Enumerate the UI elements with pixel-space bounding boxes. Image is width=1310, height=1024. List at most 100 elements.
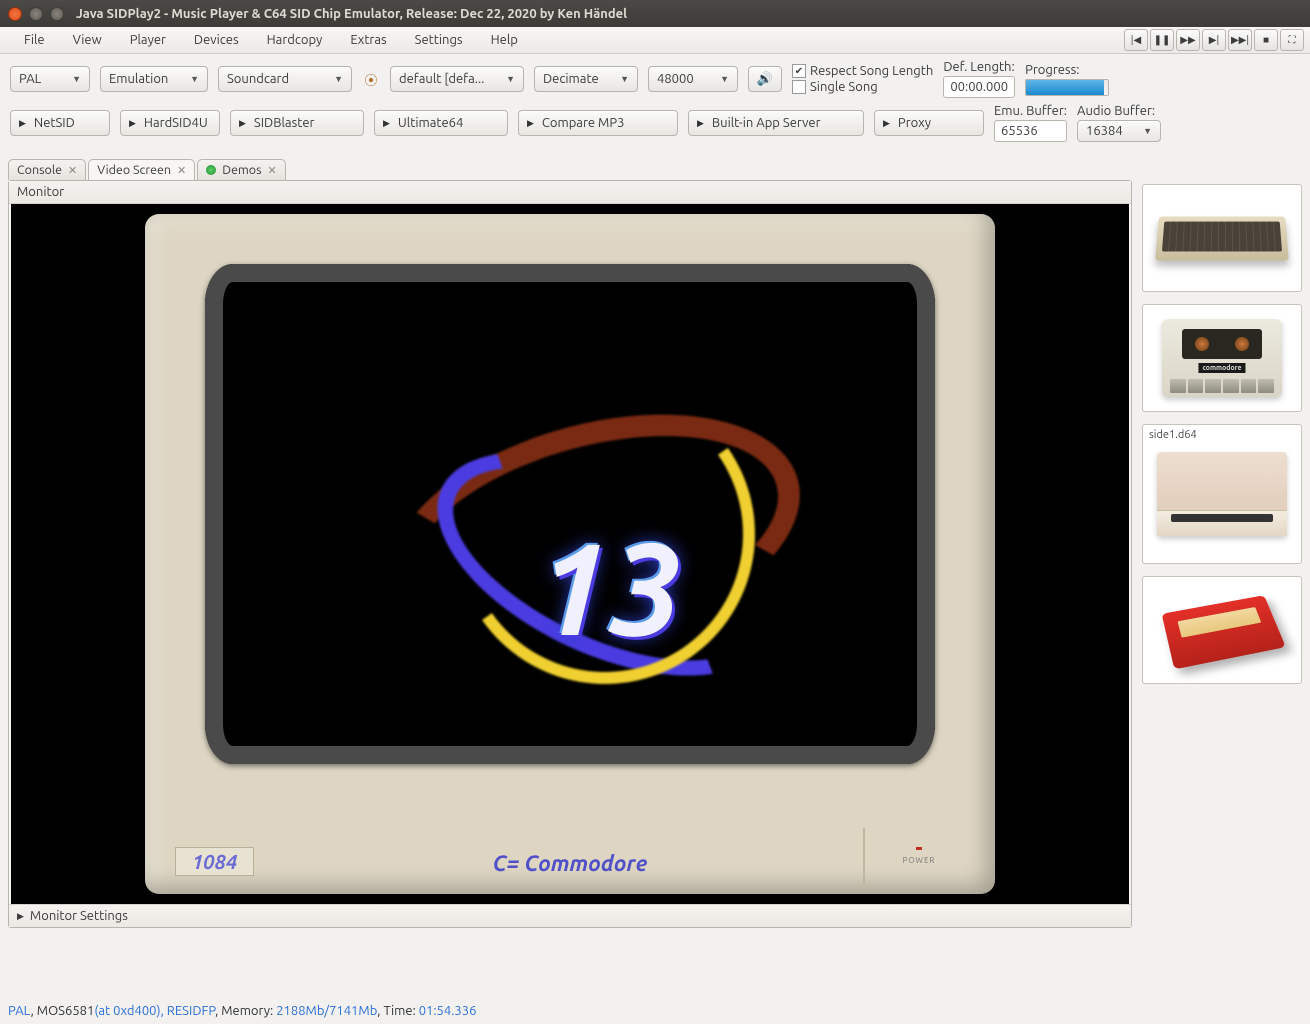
audio-device-combo[interactable]: default [defa... ▼ — [390, 66, 524, 92]
ultimate64-label: Ultimate64 — [398, 116, 463, 130]
record-icon[interactable]: ⦿ — [362, 70, 380, 89]
window-minimize-icon[interactable] — [29, 7, 43, 21]
proxy-label: Proxy — [898, 116, 931, 130]
chevron-down-icon: ▼ — [506, 74, 515, 84]
speaker-icon: 🔊 — [757, 72, 773, 87]
demo-number: 13 — [535, 514, 682, 660]
window-close-icon[interactable] — [8, 7, 22, 21]
speaker-button[interactable]: 🔊 — [748, 66, 782, 92]
menu-devices[interactable]: Devices — [180, 29, 253, 51]
play-icon: ▶ — [383, 118, 390, 129]
progress-group: Progress: — [1025, 63, 1109, 96]
tab-label: Video Screen — [97, 163, 171, 177]
hardsid4u-button[interactable]: ▶HardSID4U — [120, 110, 220, 136]
stop-button[interactable]: ■ — [1254, 29, 1278, 51]
status-memory-label: , Memory: — [215, 1004, 276, 1018]
monitor-header: Monitor — [9, 181, 1131, 204]
def-length-field[interactable]: 00:00.000 — [943, 76, 1015, 98]
titlebar: Java SIDPlay2 - Music Player & C64 SID C… — [0, 0, 1310, 27]
monitor-settings-toggle[interactable]: ▶ Monitor Settings — [9, 904, 1131, 927]
toolbar: PAL▼ Emulation▼ Soundcard▼ ⦿ default [de… — [0, 54, 1310, 144]
emu-buffer-label: Emu. Buffer: — [994, 104, 1067, 118]
progress-label: Progress: — [1025, 63, 1109, 77]
netsid-label: NetSID — [34, 116, 75, 130]
ultimate64-button[interactable]: ▶ Ultimate64 — [374, 110, 508, 136]
menu-file[interactable]: File — [10, 29, 59, 51]
appserver-button[interactable]: ▶Built-in App Server — [688, 110, 864, 136]
single-song-checkbox[interactable]: Single Song — [792, 80, 933, 94]
fullscreen-button[interactable]: ⛶ — [1280, 29, 1304, 51]
emu-buffer-field[interactable]: 65536 — [994, 120, 1067, 142]
samplerate-value: 48000 — [657, 72, 694, 86]
menu-settings[interactable]: Settings — [401, 29, 477, 51]
tab-console[interactable]: Console ✕ — [8, 159, 86, 180]
skip-end-button[interactable]: ▶| — [1202, 29, 1226, 51]
respect-song-length-checkbox[interactable]: ✔Respect Song Length — [792, 64, 933, 78]
close-icon[interactable]: ✕ — [177, 164, 186, 177]
chevron-right-icon: ▶ — [17, 911, 24, 922]
play-icon: ▶ — [239, 118, 246, 129]
audio-buffer-label: Audio Buffer: — [1077, 104, 1161, 118]
proxy-button[interactable]: ▶Proxy — [874, 110, 984, 136]
menubar: File View Player Devices Hardcopy Extras… — [0, 27, 1310, 54]
main-content: Monitor 13 1084 C= Commodore POWER — [8, 180, 1302, 928]
video-mode-combo[interactable]: PAL ▼ — [10, 66, 90, 92]
crt-screen: 13 — [205, 264, 935, 764]
audio-buffer-combo[interactable]: 16384▼ — [1077, 120, 1161, 142]
video-mode-value: PAL — [19, 72, 41, 86]
device-floppy[interactable]: side1.d64 — [1142, 424, 1302, 564]
samplerate-combo[interactable]: 48000▼ — [648, 66, 738, 92]
menu-player[interactable]: Player — [116, 29, 180, 51]
audio-buffer-value: 16384 — [1086, 124, 1123, 138]
fast-forward-button[interactable]: ▶▶ — [1176, 29, 1200, 51]
demo-graphic: 13 — [245, 304, 895, 724]
output-value: Soundcard — [227, 72, 289, 86]
menu-extras[interactable]: Extras — [336, 29, 400, 51]
tabstrip: Console ✕ Video Screen ✕ Demos✕ — [8, 154, 1302, 180]
crt-brand-label: C= Commodore — [493, 851, 648, 876]
def-length-group: Def. Length: 00:00.000 — [943, 60, 1015, 98]
tab-label: Console — [17, 163, 62, 177]
menu-view[interactable]: View — [59, 29, 116, 51]
chevron-down-icon: ▼ — [72, 74, 81, 84]
sidblaster-button[interactable]: ▶SIDBlaster — [230, 110, 364, 136]
status-chip-addr: (at 0xd400) — [94, 1004, 160, 1018]
menu-help[interactable]: Help — [477, 29, 532, 51]
close-icon[interactable]: ✕ — [268, 164, 277, 177]
window-maximize-icon[interactable] — [50, 7, 64, 21]
progress-bar — [1025, 79, 1109, 96]
hardsid4u-label: HardSID4U — [144, 116, 208, 130]
netsid-button[interactable]: ▶NetSID — [10, 110, 110, 136]
resample-combo[interactable]: Decimate▼ — [534, 66, 638, 92]
tab-demos[interactable]: Demos✕ — [197, 159, 285, 180]
window-controls — [8, 7, 64, 21]
device-keyboard[interactable] — [1142, 184, 1302, 292]
close-icon[interactable]: ✕ — [68, 164, 77, 177]
statusbar: PAL, MOS6581(at 0xd400), RESIDFP, Memory… — [8, 1004, 1302, 1018]
checkbox-icon — [792, 80, 806, 94]
tab-video-screen[interactable]: Video Screen ✕ — [88, 159, 195, 180]
status-memory: 2188Mb/7141Mb — [276, 1004, 377, 1018]
pause-button[interactable]: ❚❚ — [1150, 29, 1174, 51]
power-led-icon — [916, 847, 922, 850]
engine-combo[interactable]: Emulation▼ — [100, 66, 208, 92]
keyboard-icon — [1155, 217, 1289, 261]
output-combo[interactable]: Soundcard ▼ — [218, 66, 352, 92]
device-datasette[interactable]: commodore — [1142, 304, 1302, 412]
compare-mp3-button[interactable]: ▶Compare MP3 — [518, 110, 678, 136]
emu-buffer-group: Emu. Buffer: 65536 — [994, 104, 1067, 142]
chevron-down-icon: ▼ — [334, 74, 343, 84]
status-video: PAL — [8, 1004, 31, 1018]
menu-hardcopy[interactable]: Hardcopy — [253, 29, 337, 51]
appserver-label: Built-in App Server — [712, 116, 821, 130]
status-engine: , RESIDFP — [161, 1004, 215, 1018]
device-cartridge[interactable] — [1142, 576, 1302, 684]
engine-value: Emulation — [109, 72, 168, 86]
skip-start-button[interactable]: |◀ — [1124, 29, 1148, 51]
checkbox-icon: ✔ — [792, 64, 806, 78]
status-chip: , MOS6581 — [31, 1004, 95, 1018]
next-track-button[interactable]: ▶▶| — [1228, 29, 1252, 51]
audio-device-value: default [defa... — [399, 72, 484, 86]
song-options: ✔Respect Song Length Single Song — [792, 64, 933, 94]
cartridge-icon — [1162, 595, 1286, 669]
